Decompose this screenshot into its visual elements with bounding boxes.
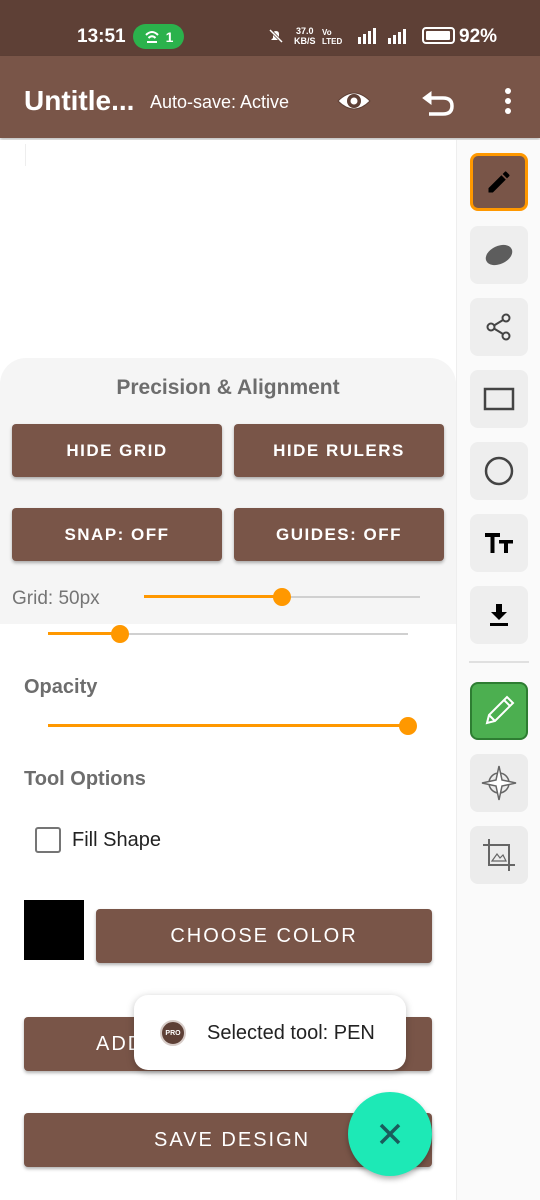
slider-fill — [144, 595, 282, 598]
status-bar: 13:51 1 37.0 KB/S Vo LTED 92% — [0, 0, 540, 56]
hotspot-icon — [144, 30, 159, 43]
precision-alignment-panel: Precision & Alignment HIDE GRID HIDE RUL… — [0, 358, 456, 624]
download-icon — [490, 604, 508, 626]
svg-text:Vo: Vo — [322, 28, 332, 37]
text-tool-button[interactable] — [470, 514, 528, 572]
slider-thumb[interactable] — [111, 625, 129, 643]
preview-button[interactable] — [334, 81, 374, 121]
grid-size-label: Grid: 50px — [12, 588, 100, 609]
app-bar: Untitle... Auto-save: Active — [0, 56, 540, 138]
hotspot-count: 1 — [165, 28, 174, 45]
hide-grid-button[interactable]: HIDE GRID — [12, 424, 222, 477]
grid-size-slider[interactable] — [144, 587, 420, 607]
fill-shape-checkbox[interactable] — [35, 827, 61, 853]
circle-tool-button[interactable] — [470, 442, 528, 500]
status-time: 13:51 — [77, 26, 126, 47]
toast-notification: PRO Selected tool: PEN — [134, 995, 406, 1070]
autosave-status: Auto-save: Active — [150, 92, 290, 112]
slider-fill — [48, 724, 408, 727]
eraser-icon — [485, 244, 513, 266]
share-icon — [486, 313, 511, 341]
pencil-draw-tool-button[interactable] — [470, 682, 528, 740]
net-speed: 37.0 KB/S — [294, 26, 316, 46]
compass-tool-button[interactable] — [470, 754, 528, 812]
download-tool-button[interactable] — [470, 586, 528, 644]
crop-tool-button[interactable] — [470, 826, 528, 884]
crop-icon — [483, 839, 515, 871]
net-speed-value: 37.0 — [295, 26, 314, 36]
undo-icon — [422, 91, 454, 116]
slider-thumb[interactable] — [273, 588, 291, 606]
signal-icon: Vo LTED — [322, 28, 406, 45]
brush-size-slider[interactable] — [48, 624, 408, 644]
battery-percent: 92% — [459, 26, 498, 47]
pro-badge-icon: PRO — [160, 1020, 186, 1046]
undo-button[interactable] — [418, 81, 458, 121]
mute-bell-icon — [268, 28, 284, 44]
opacity-slider[interactable] — [48, 716, 417, 736]
net-speed-unit: KB/S — [294, 36, 316, 46]
more-vert-icon — [505, 88, 511, 114]
document-title[interactable]: Untitle... — [24, 85, 134, 117]
opacity-label: Opacity — [24, 676, 98, 698]
compass-icon — [481, 765, 517, 801]
ruler-corner — [0, 144, 26, 166]
hotspot-indicator: 1 — [133, 24, 184, 49]
snap-toggle-button[interactable]: SNAP: OFF — [12, 508, 222, 561]
toolbar-divider — [469, 661, 529, 663]
tool-sidebar — [456, 140, 540, 1200]
slider-fill — [48, 632, 120, 635]
pen-tool-button[interactable] — [470, 153, 528, 211]
close-icon — [379, 1123, 401, 1145]
eye-icon — [337, 92, 371, 110]
close-fab-button[interactable] — [348, 1092, 432, 1176]
svg-text:LTED: LTED — [322, 37, 343, 45]
rectangle-icon — [483, 387, 515, 411]
guides-toggle-button[interactable]: GUIDES: OFF — [234, 508, 444, 561]
circle-icon — [484, 456, 514, 486]
color-swatch[interactable] — [24, 900, 84, 960]
share-tool-button[interactable] — [470, 298, 528, 356]
text-size-icon — [485, 533, 513, 553]
tool-options-label: Tool Options — [24, 768, 146, 790]
pencil-icon — [488, 171, 510, 193]
panel-title: Precision & Alignment — [116, 376, 340, 399]
hide-rulers-button[interactable]: HIDE RULERS — [234, 424, 444, 477]
eraser-tool-button[interactable] — [470, 226, 528, 284]
slider-thumb[interactable] — [399, 717, 417, 735]
more-options-button[interactable] — [488, 81, 528, 121]
fill-shape-label[interactable]: Fill Shape — [72, 829, 161, 852]
status-icons — [268, 28, 284, 44]
toast-message: Selected tool: PEN — [207, 1022, 375, 1044]
edit-pencil-icon — [485, 695, 515, 725]
rectangle-tool-button[interactable] — [470, 370, 528, 428]
choose-color-button[interactable]: CHOOSE COLOR — [96, 909, 432, 963]
battery-icon — [422, 27, 455, 44]
